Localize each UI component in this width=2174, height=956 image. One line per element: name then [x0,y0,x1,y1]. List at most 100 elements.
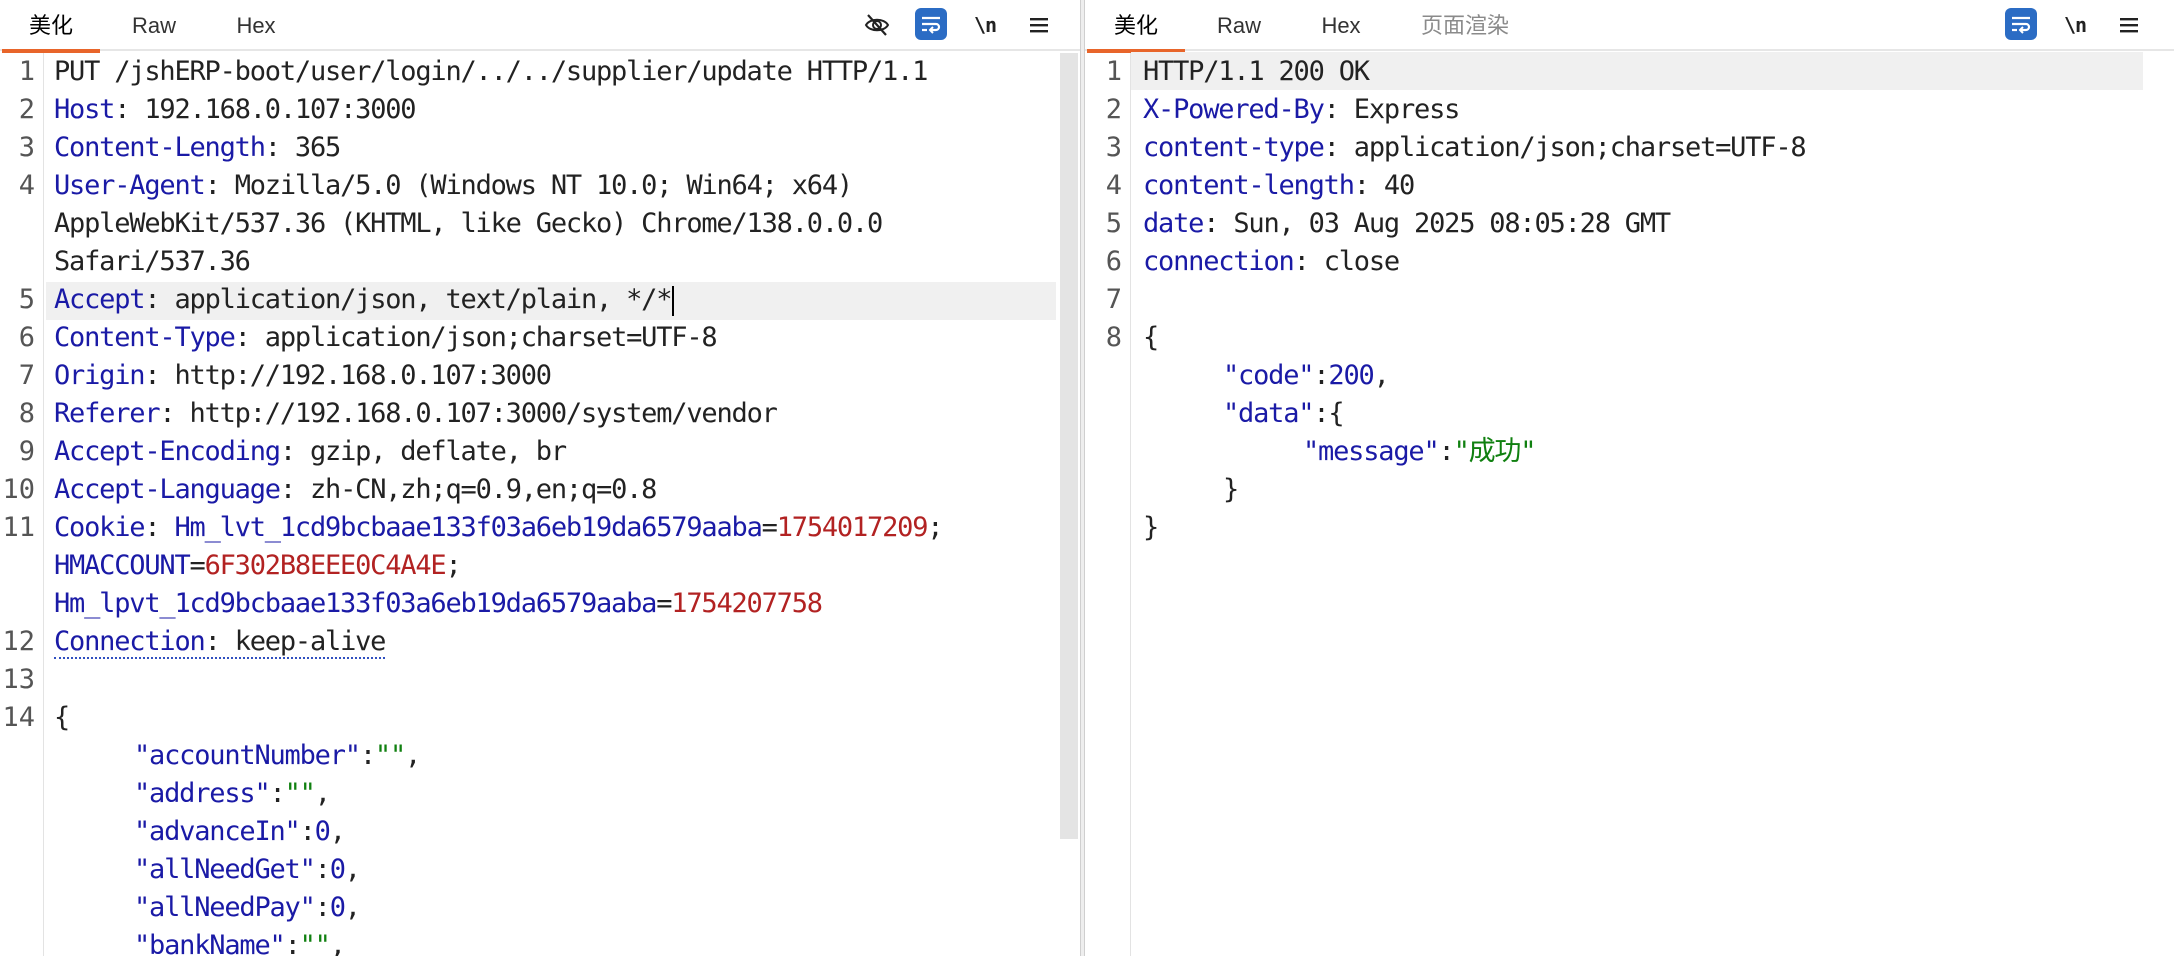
json-field: "bankName":"", [134,927,346,956]
line-number: 11 [2,512,35,543]
request-gutter: 1 2 3 4 5 6 7 8 9 10 11 12 13 14 [0,53,44,956]
line-number: 7 [1105,284,1122,315]
header-line: User-Agent: Mozilla/5.0 (Windows NT 10.0… [54,170,853,201]
header-value: application/json;charset=UTF-8 [1353,132,1807,163]
line-number: 10 [2,474,35,505]
request-tab-hex[interactable]: Hex [214,0,298,51]
header-line: connection: close [1143,246,1400,277]
header-line: Content-Type: application/json;charset=U… [54,322,718,353]
line-number: 4 [1105,170,1122,201]
header-key: Origin [54,360,146,391]
json-brace: } [1223,471,1239,509]
response-tab-render[interactable]: 页面渲染 [1399,0,1531,51]
line-number: 8 [1105,322,1122,353]
json-key: "code" [1223,360,1315,391]
json-value: "" [374,740,406,771]
header-key: Referer [54,398,161,429]
response-tab-bar: 美化 Raw Hex 页面渲染 \n [1085,0,2174,53]
request-line: PUT /jshERP-boot/user/login/../../suppli… [54,53,928,91]
header-line: X-Powered-By: Express [1143,94,1461,125]
line-number: 5 [1105,208,1122,239]
header-key: Host [54,94,115,125]
header-value: zh-CN,zh;q=0.9,en;q=0.8 [309,474,657,505]
json-value: 0 [329,892,346,923]
header-key: connection [1143,246,1295,277]
newline-label: \n [973,13,997,37]
newline-icon[interactable]: \n [968,8,1002,42]
header-key: User-Agent [54,170,206,201]
menu-icon[interactable] [1022,8,1056,42]
header-line: Content-Length: 365 [54,132,341,163]
json-brace-close: } [1143,512,1159,543]
line-number: 4 [18,170,35,201]
header-line: Host: 192.168.0.107:3000 [54,94,417,125]
header-value: Sun, 03 Aug 2025 08:05:28 GMT [1233,208,1671,239]
header-value-continued: Safari/537.36 [54,246,251,277]
cookie-name: Hm_lpvt_1cd9bcbaae133f03a6eb19da6579aaba [54,588,657,619]
status-line-text: HTTP/1.1 200 OK [1143,56,1370,87]
header-value: http://192.168.0.107:3000/system/vendor [189,398,778,429]
json-brace-close: } [1223,474,1239,505]
header-value: application/json, text/plain, */* [174,284,672,315]
header-key: Accept [54,284,146,315]
menu-icon[interactable] [2112,8,2146,42]
request-tab-raw[interactable]: Raw [112,0,196,51]
line-number: 9 [18,436,35,467]
request-scrollbar[interactable] [1060,53,1078,839]
request-tab-bar: 美化 Raw Hex \n [0,0,1080,53]
cookie-value: 6F302B8EEE0C4A4E [204,550,447,581]
header-key: Content-Length [54,132,266,163]
newline-label: \n [2063,13,2087,37]
word-wrap-icon[interactable] [915,8,947,40]
json-key: "bankName" [134,930,286,956]
line-number: 1 [1105,56,1122,87]
json-field: "message":"成功" [1303,436,1537,467]
line-number: 12 [2,626,35,657]
line-number: 3 [18,132,35,163]
cookie-line: HMACCOUNT=6F302B8EEE0C4A4E; [54,550,462,581]
cookie-line: Cookie: Hm_lvt_1cd9bcbaae133f03a6eb19da6… [54,512,944,543]
header-key: content-type [1143,132,1325,163]
response-tab-hex[interactable]: Hex [1299,0,1383,51]
header-line: Accept-Encoding: gzip, deflate, br [54,436,567,467]
json-key: "data" [1223,398,1315,429]
header-line: Origin: http://192.168.0.107:3000 [54,360,552,391]
cookie-value: 1754017209 [776,512,929,543]
json-field: "accountNumber":"", [134,740,421,771]
text-caret [672,285,675,316]
header-line: content-type: application/json;charset=U… [1143,132,1807,163]
json-field: "allNeedGet":0, [134,854,361,885]
json-brace-open: { [1143,322,1159,353]
header-value: 192.168.0.107:3000 [144,94,416,125]
eye-off-icon[interactable] [860,8,894,42]
newline-icon[interactable]: \n [2058,8,2092,42]
json-key: "message" [1303,436,1440,467]
json-brace: { [1143,319,1159,357]
response-editor[interactable]: 1 2 3 4 5 6 7 8 HTTP/1.1 200 OK X-Powere… [1085,52,2174,956]
request-pane: 美化 Raw Hex \n 1 2 3 4 5 6 7 8 9 10 11 12 [0,0,1080,956]
request-editor[interactable]: 1 2 3 4 5 6 7 8 9 10 11 12 13 14 PUT /js… [0,53,1080,956]
line-number: 8 [18,398,35,429]
json-brace: { [54,699,70,737]
header-value-continued: AppleWebKit/537.36 (KHTML, like Gecko) C… [54,208,883,239]
header-key: Accept-Language [54,474,281,505]
json-key: "accountNumber" [134,740,361,771]
cookie-value: 1754207758 [671,588,823,619]
header-value: Mozilla/5.0 (Windows NT 10.0; Win64; x64… [234,170,853,201]
line-number: 13 [2,664,35,695]
json-value: "" [299,930,331,956]
header-key: content-length [1143,170,1355,201]
line-number: 6 [1105,246,1122,277]
json-key: "allNeedPay" [134,892,316,923]
header-key: X-Powered-By [1143,94,1325,125]
word-wrap-icon[interactable] [2005,8,2037,40]
json-field: "address":"", [134,778,331,809]
json-field: "data":{ [1223,398,1345,429]
header-value: Express [1353,94,1461,125]
json-value: "成功" [1453,436,1537,467]
response-tab-raw[interactable]: Raw [1197,0,1281,51]
request-tab-pretty[interactable]: 美化 [2,0,100,53]
header-line: Referer: http://192.168.0.107:3000/syste… [54,398,778,429]
response-tab-pretty[interactable]: 美化 [1087,0,1185,53]
header-key: Connection [54,626,206,657]
